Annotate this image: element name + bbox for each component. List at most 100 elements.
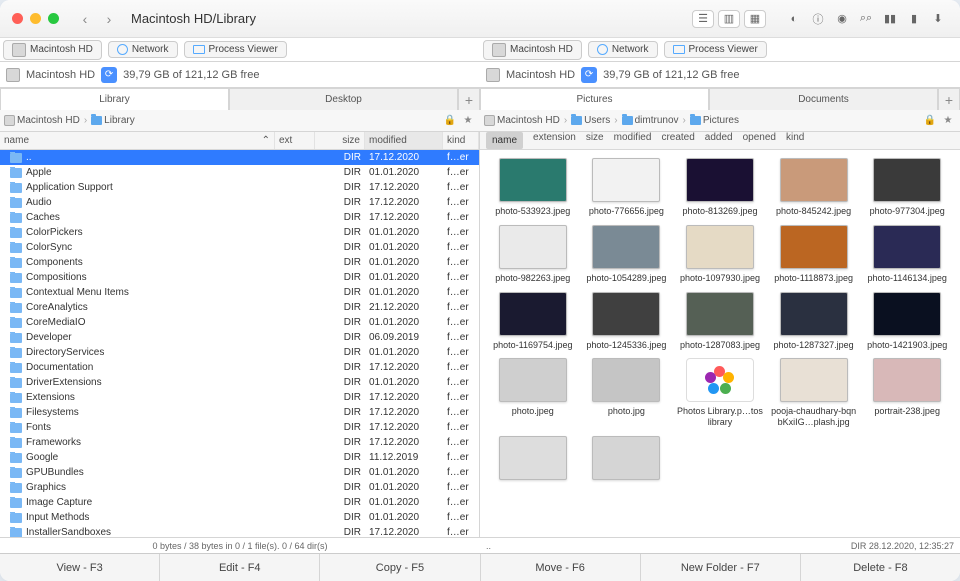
add-tab-button[interactable]: + bbox=[458, 88, 480, 110]
star-icon[interactable]: ★ bbox=[460, 113, 476, 129]
toggle-icon[interactable]: ◐ bbox=[784, 10, 804, 28]
forward-button[interactable]: › bbox=[99, 9, 119, 29]
thumbnail-item[interactable]: photo.jpeg bbox=[488, 358, 578, 428]
binoculars-icon[interactable]: ⌕⌕ bbox=[856, 10, 876, 28]
thumbnail-item[interactable]: photo.jpg bbox=[582, 358, 672, 428]
file-row[interactable]: FilesystemsDIR17.12.2020f…er bbox=[0, 405, 479, 420]
refresh-button[interactable]: ⟳ bbox=[581, 67, 597, 83]
col-kind[interactable]: kind bbox=[786, 132, 804, 149]
col-name[interactable]: name bbox=[486, 132, 523, 149]
breadcrumb-segment[interactable]: Users bbox=[571, 115, 610, 126]
star-icon[interactable]: ★ bbox=[940, 113, 956, 129]
file-row[interactable]: CachesDIR17.12.2020f…er bbox=[0, 210, 479, 225]
file-row[interactable]: CompositionsDIR01.01.2020f…er bbox=[0, 270, 479, 285]
file-row[interactable]: InstallerSandboxesDIR17.12.2020f…er bbox=[0, 525, 479, 537]
thumbnail-item[interactable]: photo-982263.jpeg bbox=[488, 225, 578, 284]
tab-macintosh-right[interactable]: Macintosh HD bbox=[483, 40, 582, 60]
file-row[interactable]: Image CaptureDIR01.01.2020f…er bbox=[0, 495, 479, 510]
thumbnail-item[interactable]: photo-533923.jpeg bbox=[488, 158, 578, 217]
col-size[interactable]: size bbox=[315, 132, 365, 149]
file-row[interactable]: ComponentsDIR01.01.2020f…er bbox=[0, 255, 479, 270]
tab-process-right[interactable]: Process Viewer bbox=[664, 41, 767, 58]
view-button[interactable]: View - F3 bbox=[0, 554, 160, 581]
file-row[interactable]: Contextual Menu ItemsDIR01.01.2020f…er bbox=[0, 285, 479, 300]
file-row[interactable]: CoreAnalyticsDIR21.12.2020f…er bbox=[0, 300, 479, 315]
col-modified[interactable]: modified bbox=[614, 132, 652, 149]
thumbnail-item[interactable] bbox=[582, 436, 672, 484]
file-row[interactable]: GoogleDIR11.12.2019f…er bbox=[0, 450, 479, 465]
file-row[interactable]: DeveloperDIR06.09.2019f…er bbox=[0, 330, 479, 345]
tab-network-right[interactable]: Network bbox=[588, 41, 658, 58]
thumbnail-item[interactable] bbox=[488, 436, 578, 484]
refresh-button[interactable]: ⟳ bbox=[101, 67, 117, 83]
minimize-icon[interactable] bbox=[30, 13, 41, 24]
add-tab-button[interactable]: + bbox=[938, 88, 960, 110]
thumbnail-item[interactable]: photo-845242.jpeg bbox=[769, 158, 859, 217]
thumbnail-item[interactable]: photo-1097930.jpeg bbox=[675, 225, 765, 284]
icon-grid-right[interactable]: photo-533923.jpegphoto-776656.jpegphoto-… bbox=[480, 150, 960, 537]
col-added[interactable]: added bbox=[705, 132, 733, 149]
thumbnail-item[interactable]: Photos Library.p…toslibrary bbox=[675, 358, 765, 428]
panel-icon[interactable]: ▮▮ bbox=[880, 10, 900, 28]
zoom-icon[interactable] bbox=[48, 13, 59, 24]
thumbnail-item[interactable]: portrait-238.jpeg bbox=[862, 358, 952, 428]
newfolder-button[interactable]: New Folder - F7 bbox=[641, 554, 801, 581]
col-size[interactable]: size bbox=[586, 132, 604, 149]
file-row[interactable]: Application SupportDIR17.12.2020f…er bbox=[0, 180, 479, 195]
view-columns-icon[interactable]: ▥ bbox=[718, 10, 740, 28]
tab-pictures[interactable]: Pictures bbox=[480, 88, 709, 110]
file-row[interactable]: DriverExtensionsDIR01.01.2020f…er bbox=[0, 375, 479, 390]
thumbnail-item[interactable]: photo-1245336.jpeg bbox=[582, 292, 672, 351]
file-row[interactable]: GraphicsDIR01.01.2020f…er bbox=[0, 480, 479, 495]
col-created[interactable]: created bbox=[661, 132, 694, 149]
file-row[interactable]: ..DIR17.12.2020f…er bbox=[0, 150, 479, 165]
file-row[interactable]: DocumentationDIR17.12.2020f…er bbox=[0, 360, 479, 375]
eye-icon[interactable]: ◉ bbox=[832, 10, 852, 28]
file-row[interactable]: DirectoryServicesDIR01.01.2020f…er bbox=[0, 345, 479, 360]
back-button[interactable]: ‹ bbox=[75, 9, 95, 29]
file-row[interactable]: Input MethodsDIR01.01.2020f…er bbox=[0, 510, 479, 525]
thumbnail-item[interactable]: photo-1169754.jpeg bbox=[488, 292, 578, 351]
thumbnail-item[interactable]: photo-1287327.jpeg bbox=[769, 292, 859, 351]
breadcrumb-segment[interactable]: Pictures bbox=[690, 115, 739, 126]
lock-icon[interactable]: 🔒 bbox=[922, 113, 938, 129]
info-icon[interactable]: ⓘ bbox=[808, 10, 828, 28]
breadcrumb-segment[interactable]: dimtrunov bbox=[622, 115, 679, 126]
col-ext[interactable]: ext bbox=[275, 132, 315, 149]
thumbnail-item[interactable]: photo-1118873.jpeg bbox=[769, 225, 859, 284]
col-extension[interactable]: extension bbox=[533, 132, 576, 149]
thumbnail-item[interactable]: photo-977304.jpeg bbox=[862, 158, 952, 217]
tab-process-left[interactable]: Process Viewer bbox=[184, 41, 287, 58]
move-button[interactable]: Move - F6 bbox=[481, 554, 641, 581]
breadcrumb-segment[interactable]: Macintosh HD bbox=[484, 115, 560, 126]
breadcrumb-segment[interactable]: Macintosh HD bbox=[4, 115, 80, 126]
folder-icon[interactable]: ▮ bbox=[904, 10, 924, 28]
thumbnail-item[interactable]: photo-813269.jpeg bbox=[675, 158, 765, 217]
file-row[interactable]: ColorPickersDIR01.01.2020f…er bbox=[0, 225, 479, 240]
view-list-icon[interactable]: ☰ bbox=[692, 10, 714, 28]
tab-network-left[interactable]: Network bbox=[108, 41, 178, 58]
close-icon[interactable] bbox=[12, 13, 23, 24]
file-row[interactable]: FontsDIR17.12.2020f…er bbox=[0, 420, 479, 435]
tab-documents[interactable]: Documents bbox=[709, 88, 938, 110]
thumbnail-item[interactable]: photo-776656.jpeg bbox=[582, 158, 672, 217]
down-icon[interactable]: ⬇ bbox=[928, 10, 948, 28]
delete-button[interactable]: Delete - F8 bbox=[801, 554, 960, 581]
file-row[interactable]: ColorSyncDIR01.01.2020f…er bbox=[0, 240, 479, 255]
file-row[interactable]: FrameworksDIR17.12.2020f…er bbox=[0, 435, 479, 450]
tab-macintosh-left[interactable]: Macintosh HD bbox=[3, 40, 102, 60]
col-kind[interactable]: kind bbox=[443, 132, 479, 149]
file-row[interactable]: GPUBundlesDIR01.01.2020f…er bbox=[0, 465, 479, 480]
file-row[interactable]: ExtensionsDIR17.12.2020f…er bbox=[0, 390, 479, 405]
file-row[interactable]: AppleDIR01.01.2020f…er bbox=[0, 165, 479, 180]
lock-icon[interactable]: 🔒 bbox=[442, 113, 458, 129]
col-opened[interactable]: opened bbox=[743, 132, 776, 149]
file-row[interactable]: CoreMediaIODIR01.01.2020f…er bbox=[0, 315, 479, 330]
thumbnail-item[interactable]: pooja-chaudhary-bqnbKxiIG…plash.jpg bbox=[769, 358, 859, 428]
thumbnail-item[interactable]: photo-1146134.jpeg bbox=[862, 225, 952, 284]
tab-desktop[interactable]: Desktop bbox=[229, 88, 458, 110]
col-modified[interactable]: modified bbox=[365, 132, 443, 149]
breadcrumb-segment[interactable]: Library bbox=[91, 115, 135, 126]
thumbnail-item[interactable]: photo-1054289.jpeg bbox=[582, 225, 672, 284]
col-name[interactable]: name⌃ bbox=[0, 132, 275, 149]
